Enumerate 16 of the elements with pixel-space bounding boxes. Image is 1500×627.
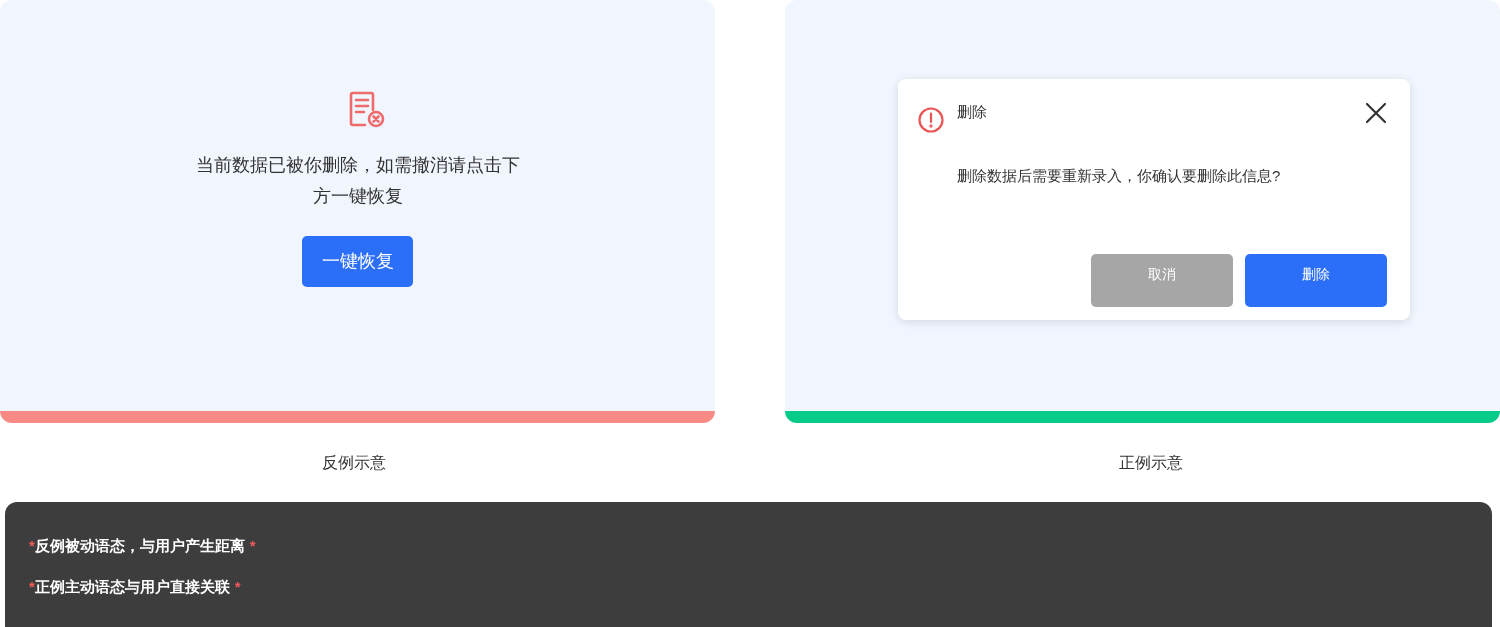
delete-button[interactable]: 删除	[1245, 253, 1387, 307]
dialog-title: 删除	[957, 102, 988, 122]
close-button[interactable]	[1365, 102, 1387, 124]
asterisk: *	[234, 576, 241, 597]
caption: 反例示意	[321, 452, 386, 473]
cancel-button[interactable]: 取消	[1091, 253, 1233, 307]
restore-button[interactable]: 一键恢复	[302, 236, 413, 287]
asterisk: *	[249, 536, 256, 556]
note-text: 正例主动语态与用户直接关联	[34, 576, 230, 597]
message-text: 当前数据已被你删除，如需撤消请点击下方一键恢复	[194, 154, 521, 208]
alert-icon	[918, 107, 944, 133]
asterisk: *	[29, 576, 35, 597]
note-text: 反例被动语态，与用户产生距离	[34, 536, 245, 556]
caption: 正例示意	[1118, 452, 1183, 473]
asterisk: *	[29, 536, 35, 556]
dialog-message: 删除数据后需要重新录入，你确认要删除此信息?	[957, 166, 1282, 186]
